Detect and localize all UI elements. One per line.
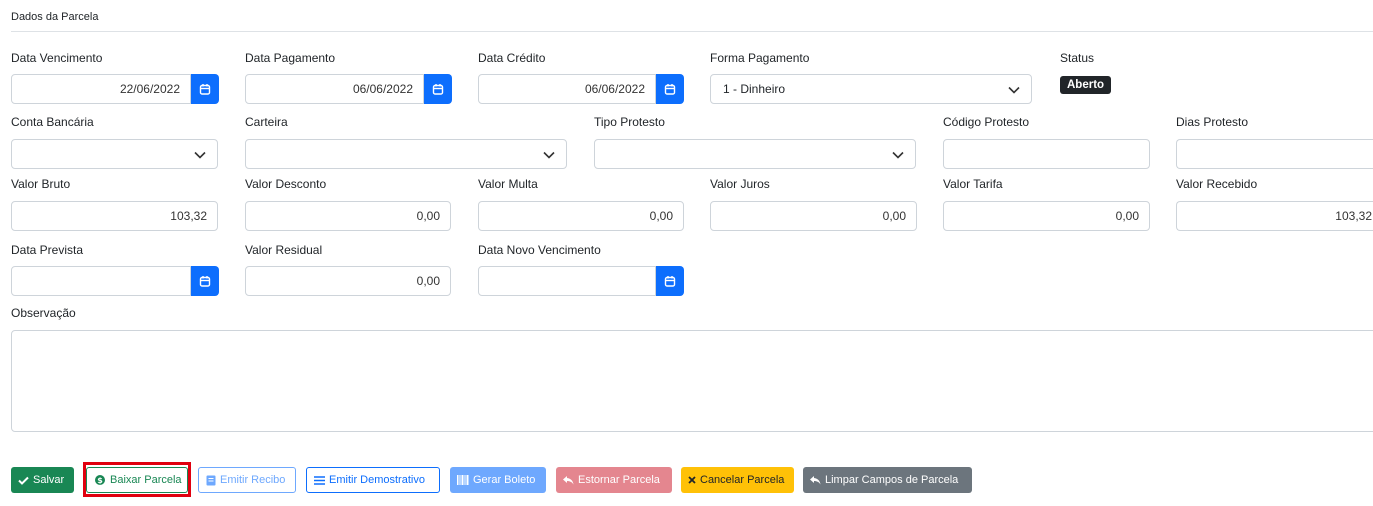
valor-multa-value: 0,00 (649, 209, 673, 223)
data-credito-label: Data Crédito (478, 51, 546, 65)
cancelar-parcela-button[interactable]: Cancelar Parcela (681, 467, 794, 493)
valor-recebido-input[interactable]: 103,32 (1176, 201, 1373, 231)
valor-desconto-value: 0,00 (416, 209, 440, 223)
valor-bruto-label: Valor Bruto (11, 177, 71, 191)
tipo-protesto-label: Tipo Protesto (594, 115, 665, 129)
calendar-icon (664, 84, 676, 95)
valor-bruto-value: 103,32 (170, 209, 207, 223)
valor-bruto-input[interactable]: 103,32 (11, 201, 218, 231)
forma-pagamento-select[interactable]: 1 - Dinheiro (710, 74, 1032, 104)
codigo-protesto-label: Código Protesto (943, 115, 1030, 129)
forma-pagamento-value: 1 - Dinheiro (723, 82, 786, 96)
valor-multa-input[interactable]: 0,00 (478, 201, 684, 231)
calendar-icon (432, 84, 444, 95)
codigo-protesto-input[interactable] (943, 139, 1150, 169)
valor-tarifa-label: Valor Tarifa (943, 177, 1003, 191)
forma-pagamento-label: Forma Pagamento (710, 51, 810, 65)
data-vencimento-value: 22/06/2022 (119, 82, 180, 96)
calendar-icon (199, 84, 211, 95)
undo-icon (563, 475, 574, 484)
emitir-recibo-label: Emitir Recibo (220, 474, 286, 486)
section-title: Dados da Parcela (11, 11, 99, 23)
data-pagamento-calendar-button[interactable] (424, 74, 452, 104)
highlight-box (83, 462, 191, 497)
tipo-protesto-select[interactable] (594, 139, 916, 169)
section-divider (11, 31, 1373, 32)
conta-bancaria-label: Conta Bancária (11, 115, 94, 129)
data-pagamento-input[interactable]: 06/06/2022 (245, 74, 424, 104)
valor-juros-label: Valor Juros (710, 177, 770, 191)
data-credito-input[interactable]: 06/06/2022 (478, 74, 656, 104)
close-icon (688, 476, 696, 484)
gerar-boleto-label: Gerar Boleto (473, 474, 536, 486)
data-novo-vencimento-label: Data Novo Vencimento (478, 243, 601, 257)
status-label: Status (1060, 51, 1095, 65)
dias-protesto-input[interactable] (1176, 139, 1373, 169)
list-icon (314, 475, 325, 485)
chevron-down-icon (543, 151, 555, 159)
check-icon (18, 476, 29, 485)
valor-recebido-value: 103,32 (1335, 209, 1372, 223)
carteira-label: Carteira (245, 115, 288, 129)
data-pagamento-label: Data Pagamento (245, 51, 336, 65)
emitir-recibo-button[interactable]: Emitir Recibo (198, 467, 296, 493)
valor-residual-input[interactable]: 0,00 (245, 266, 451, 296)
gerar-boleto-button[interactable]: Gerar Boleto (450, 467, 546, 493)
salvar-label: Salvar (33, 474, 65, 486)
salvar-button[interactable]: Salvar (11, 467, 74, 493)
barcode-icon (457, 475, 469, 485)
valor-desconto-label: Valor Desconto (245, 177, 327, 191)
valor-multa-label: Valor Multa (478, 177, 538, 191)
estornar-parcela-button[interactable]: Estornar Parcela (556, 467, 672, 493)
limpar-campos-label: Limpar Campos de Parcela (825, 474, 959, 486)
data-vencimento-input[interactable]: 22/06/2022 (11, 74, 191, 104)
valor-tarifa-value: 0,00 (1115, 209, 1139, 223)
valor-juros-input[interactable]: 0,00 (710, 201, 917, 231)
valor-desconto-input[interactable]: 0,00 (245, 201, 451, 231)
observacao-textarea[interactable] (11, 330, 1373, 432)
cancelar-parcela-label: Cancelar Parcela (700, 474, 785, 486)
data-novo-vencimento-input[interactable] (478, 266, 656, 296)
valor-recebido-label: Valor Recebido (1176, 177, 1258, 191)
data-prevista-calendar-button[interactable] (191, 266, 219, 296)
calendar-icon (199, 276, 211, 287)
data-vencimento-calendar-button[interactable] (191, 74, 219, 104)
data-prevista-label: Data Prevista (11, 243, 84, 257)
valor-residual-label: Valor Residual (245, 243, 323, 257)
data-credito-calendar-button[interactable] (656, 74, 684, 104)
receipt-icon (206, 475, 216, 485)
calendar-icon (664, 276, 676, 287)
valor-tarifa-input[interactable]: 0,00 (943, 201, 1150, 231)
estornar-parcela-label: Estornar Parcela (578, 474, 660, 486)
data-credito-value: 06/06/2022 (584, 82, 645, 96)
data-pagamento-value: 06/06/2022 (352, 82, 413, 96)
conta-bancaria-select[interactable] (11, 139, 218, 169)
undo-icon (810, 475, 821, 484)
chevron-down-icon (892, 151, 904, 159)
valor-juros-value: 0,00 (882, 209, 906, 223)
data-prevista-input[interactable] (11, 266, 191, 296)
status-badge: Aberto (1060, 76, 1112, 94)
emitir-demonstrativo-button[interactable]: Emitir Demostrativo (306, 467, 440, 493)
valor-residual-value: 0,00 (416, 274, 440, 288)
limpar-campos-button[interactable]: Limpar Campos de Parcela (803, 467, 972, 493)
observacao-label: Observação (11, 306, 76, 320)
data-vencimento-label: Data Vencimento (11, 51, 103, 65)
chevron-down-icon (1008, 86, 1020, 94)
data-novo-vencimento-calendar-button[interactable] (656, 266, 684, 296)
dias-protesto-label: Dias Protesto (1176, 115, 1249, 129)
emitir-demonstrativo-label: Emitir Demostrativo (329, 474, 425, 486)
carteira-select[interactable] (245, 139, 567, 169)
chevron-down-icon (194, 151, 206, 159)
